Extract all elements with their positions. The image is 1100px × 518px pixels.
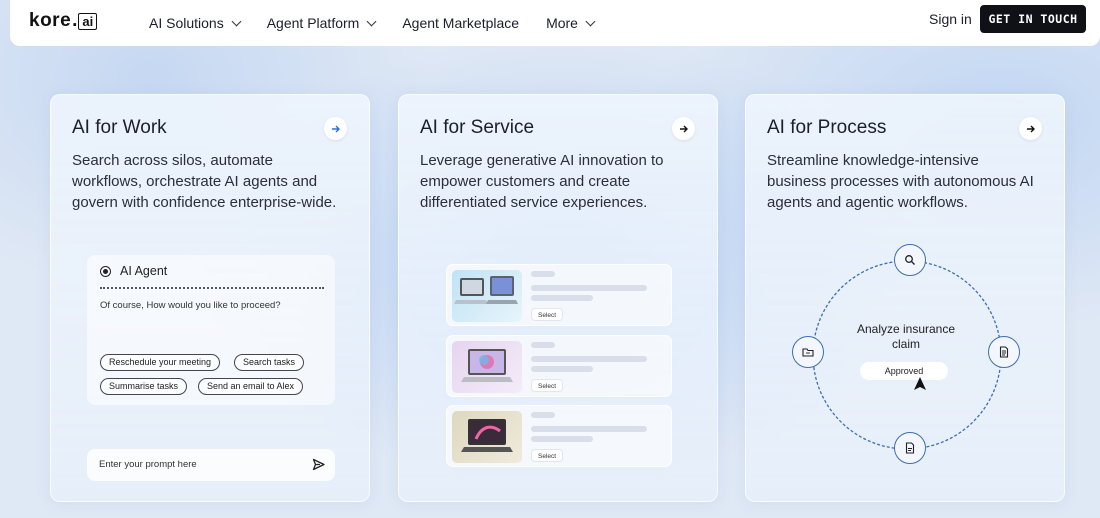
card-description: Leverage generative AI innovation to emp… bbox=[420, 152, 664, 211]
top-nav: kore . ai AI Solutions Agent Platform Ag… bbox=[10, 0, 1100, 46]
process-node-folder bbox=[792, 336, 824, 368]
card-description: Streamline knowledge-intensive business … bbox=[767, 152, 1034, 211]
logo-dot: . bbox=[72, 10, 78, 31]
card-ai-for-service: AI for Service Leverage generative AI in… bbox=[398, 94, 718, 502]
laptop-image bbox=[452, 411, 522, 463]
card-arrow-button[interactable] bbox=[324, 117, 347, 140]
laptop-image bbox=[452, 341, 522, 393]
process-node-document bbox=[988, 336, 1020, 368]
chevron-down-icon bbox=[366, 16, 377, 26]
product-card: Select bbox=[446, 264, 672, 326]
select-button[interactable]: Select bbox=[531, 308, 564, 321]
chevron-down-icon bbox=[231, 16, 242, 26]
menu-agent-platform[interactable]: Agent Platform bbox=[266, 15, 377, 31]
card-title: AI for Service bbox=[420, 117, 535, 138]
search-icon bbox=[905, 255, 915, 265]
product-card: Select bbox=[446, 335, 672, 397]
process-center-label: Analyze insurance claim bbox=[856, 322, 956, 351]
text-placeholder-bar bbox=[531, 356, 647, 362]
get-in-touch-button[interactable]: GET IN TOUCH bbox=[980, 5, 1086, 33]
process-node-search bbox=[894, 244, 926, 276]
menu-more[interactable]: More bbox=[546, 15, 596, 31]
dotted-divider bbox=[100, 287, 324, 289]
agent-reply: Of course, How would you like to proceed… bbox=[100, 300, 281, 311]
menu-agent-platform-label: Agent Platform bbox=[266, 15, 360, 31]
logo-ai-box: ai bbox=[78, 12, 98, 30]
agent-title: AI Agent bbox=[120, 264, 168, 278]
menu-ai-solutions-label: AI Solutions bbox=[149, 15, 224, 31]
cursor-icon bbox=[914, 377, 926, 390]
text-placeholder-bar bbox=[531, 366, 593, 372]
arrow-right-icon bbox=[1026, 125, 1035, 132]
card-ai-for-process: AI for Process Streamline knowledge-inte… bbox=[745, 94, 1065, 502]
arrow-right-icon bbox=[679, 125, 688, 132]
card-title: AI for Work bbox=[72, 117, 167, 138]
text-placeholder-bar bbox=[531, 285, 647, 291]
chip-send-email[interactable]: Send an email to Alex bbox=[198, 378, 304, 395]
card-ai-for-work: AI for Work Search across silos, automat… bbox=[50, 94, 370, 502]
logo-text: kore bbox=[29, 10, 72, 31]
select-button[interactable]: Select bbox=[531, 379, 564, 392]
text-placeholder-bar bbox=[531, 412, 555, 418]
prompt-input[interactable]: Enter your prompt here bbox=[87, 449, 335, 481]
select-button[interactable]: Select bbox=[531, 449, 564, 462]
card-description: Search across silos, automate workflows,… bbox=[72, 152, 337, 211]
chip-reschedule-meeting[interactable]: Reschedule your meeting bbox=[100, 354, 221, 371]
process-node-file bbox=[894, 432, 926, 464]
laptop-image bbox=[452, 270, 522, 322]
text-placeholder-bar bbox=[531, 271, 555, 277]
chevron-down-icon bbox=[585, 16, 596, 26]
folder-icon bbox=[802, 348, 814, 357]
menu-agent-marketplace[interactable]: Agent Marketplace bbox=[402, 15, 519, 31]
send-icon[interactable] bbox=[312, 458, 325, 471]
chip-summarise-tasks[interactable]: Summarise tasks bbox=[100, 378, 188, 395]
agent-radio-icon bbox=[100, 265, 111, 277]
card-arrow-button[interactable] bbox=[672, 117, 695, 140]
document-icon bbox=[999, 346, 1009, 358]
arrow-right-icon bbox=[331, 125, 340, 132]
process-cycle-ring bbox=[812, 260, 1002, 450]
text-placeholder-bar bbox=[531, 342, 555, 348]
text-placeholder-bar bbox=[531, 436, 593, 442]
main-menu: AI Solutions Agent Platform Agent Market… bbox=[149, 0, 621, 46]
card-arrow-button[interactable] bbox=[1019, 117, 1042, 140]
chip-search-tasks[interactable]: Search tasks bbox=[234, 354, 305, 371]
text-placeholder-bar bbox=[531, 295, 593, 301]
status-badge: Approved bbox=[860, 362, 948, 380]
kore-ai-logo[interactable]: kore . ai bbox=[29, 10, 98, 32]
sign-in-link[interactable]: Sign in bbox=[929, 11, 972, 27]
text-placeholder-bar bbox=[531, 426, 647, 432]
file-icon bbox=[905, 442, 915, 454]
menu-ai-solutions[interactable]: AI Solutions bbox=[149, 15, 242, 31]
prompt-placeholder: Enter your prompt here bbox=[99, 459, 197, 470]
card-title: AI for Process bbox=[767, 117, 887, 138]
product-card: Select bbox=[446, 405, 672, 467]
agent-header: AI Agent bbox=[100, 264, 167, 278]
menu-agent-marketplace-label: Agent Marketplace bbox=[402, 15, 520, 31]
menu-more-label: More bbox=[546, 15, 578, 31]
